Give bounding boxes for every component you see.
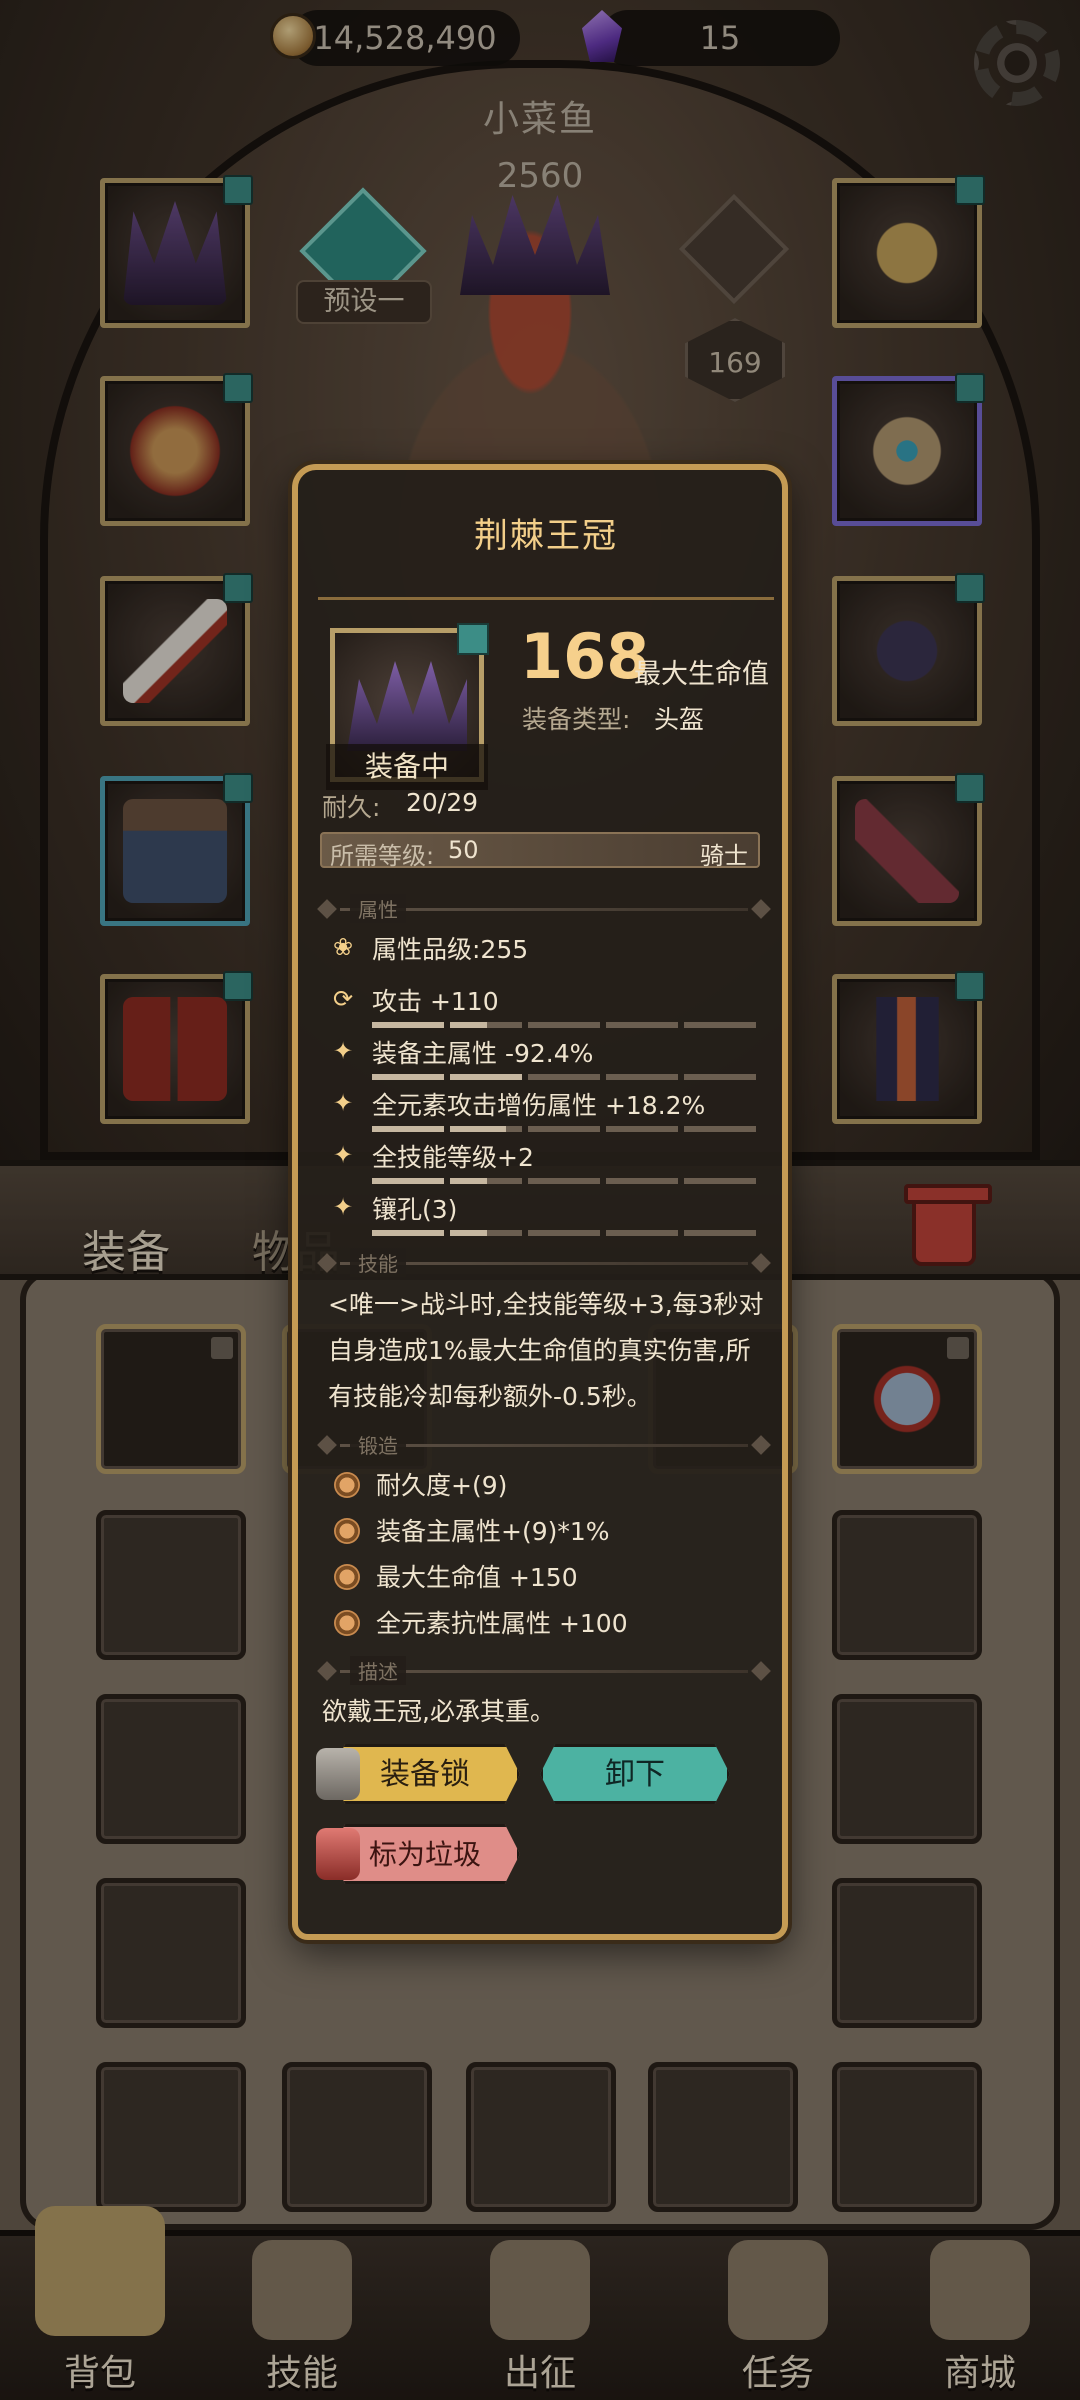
divider-diamond-icon bbox=[751, 1435, 771, 1455]
attribute-row: ✦ 镶孔(3) bbox=[328, 1190, 768, 1238]
required-level-key: 所需等级: bbox=[330, 842, 435, 870]
divider-diamond-icon bbox=[317, 1661, 337, 1681]
forge-row: 装备主属性+(9)*1% bbox=[334, 1512, 774, 1552]
main-stat-value: 168 bbox=[520, 620, 650, 693]
attribute-row: ✦ 全技能等级+2 bbox=[328, 1138, 768, 1186]
section-forge: 锻造 bbox=[317, 1430, 772, 1460]
attribute-row: ✦ 全元素攻击增伤属性 +18.2% bbox=[328, 1086, 768, 1134]
forge-text: 全元素抗性属性 +100 bbox=[376, 1609, 628, 1638]
attribute-roll-fill bbox=[372, 1178, 488, 1184]
forge-row: 最大生命值 +150 bbox=[334, 1558, 774, 1598]
attribute-roll-bar bbox=[372, 1126, 756, 1132]
attribute-row: ⟳ 攻击 +110 bbox=[328, 982, 768, 1030]
star-icon: ✦ bbox=[332, 1141, 354, 1169]
junk-lantern-icon bbox=[316, 1828, 360, 1880]
equipped-label: 装备中 bbox=[326, 744, 488, 790]
star-icon: ✦ bbox=[332, 1193, 354, 1221]
required-level-value: 50 bbox=[448, 836, 479, 864]
attribute-text: 属性品级:255 bbox=[372, 935, 529, 964]
button-label: 卸下 bbox=[605, 1757, 665, 1792]
attribute-text: 全元素攻击增伤属性 +18.2% bbox=[372, 1091, 706, 1120]
section-attributes: 属性 bbox=[317, 894, 772, 924]
forge-row: 耐久度+(9) bbox=[334, 1466, 774, 1506]
section-label: 描述 bbox=[350, 1656, 406, 1685]
upgrade-badge-icon bbox=[457, 623, 489, 655]
attribute-roll-bar bbox=[372, 1178, 756, 1184]
divider-diamond-icon bbox=[751, 1253, 771, 1273]
attribute-roll-bar bbox=[372, 1074, 756, 1080]
attribute-roll-fill bbox=[372, 1126, 507, 1132]
section-skill: 技能 bbox=[317, 1248, 772, 1278]
forge-text: 耐久度+(9) bbox=[376, 1471, 508, 1500]
divider-diamond-icon bbox=[751, 899, 771, 919]
forge-bullet-icon bbox=[334, 1472, 360, 1498]
section-description: 描述 bbox=[317, 1656, 772, 1686]
forge-text: 最大生命值 +150 bbox=[376, 1563, 578, 1592]
crown-icon bbox=[347, 661, 467, 751]
attribute-text: 全技能等级+2 bbox=[372, 1143, 534, 1172]
attribute-roll-bar bbox=[372, 1230, 756, 1236]
popup-header: 荆棘王冠 bbox=[318, 496, 774, 600]
attribute-roll-bar bbox=[372, 1022, 756, 1028]
attribute-roll-fill bbox=[372, 1074, 526, 1080]
unequip-button[interactable]: 卸下 bbox=[540, 1744, 730, 1804]
attribute-row: ✦ 装备主属性 -92.4% bbox=[328, 1034, 768, 1082]
forge-row: 全元素抗性属性 +100 bbox=[334, 1604, 774, 1644]
divider-diamond-icon bbox=[317, 1253, 337, 1273]
divider-diamond-icon bbox=[317, 899, 337, 919]
item-name: 荆棘王冠 bbox=[474, 516, 618, 556]
star-icon: ✦ bbox=[332, 1089, 354, 1117]
forge-text: 装备主属性+(9)*1% bbox=[376, 1517, 610, 1546]
padlock-icon bbox=[316, 1748, 360, 1800]
attribute-roll-fill bbox=[372, 1230, 488, 1236]
forge-bullet-icon bbox=[334, 1518, 360, 1544]
required-class: 骑士 bbox=[700, 842, 748, 870]
forge-bullet-icon bbox=[334, 1564, 360, 1590]
star-icon: ✦ bbox=[332, 1037, 354, 1065]
section-label: 属性 bbox=[350, 894, 406, 923]
button-label: 装备锁 bbox=[380, 1757, 470, 1792]
attribute-text: 装备主属性 -92.4% bbox=[372, 1039, 594, 1068]
attribute-roll-fill bbox=[372, 1022, 488, 1028]
forge-bullet-icon bbox=[334, 1610, 360, 1636]
skill-description: <唯一>战斗时,全技能等级+3,每3秒对自身造成1%最大生命值的真实伤害,所有技… bbox=[328, 1290, 764, 1411]
item-description: 欲戴王冠,必承其重。 bbox=[322, 1697, 555, 1726]
section-label: 锻造 bbox=[350, 1430, 406, 1459]
button-label: 标为垃圾 bbox=[368, 1838, 481, 1871]
item-type-value: 头盔 bbox=[654, 705, 705, 734]
divider-diamond-icon bbox=[751, 1661, 771, 1681]
attribute-text: 镶孔(3) bbox=[372, 1195, 458, 1224]
durability-value: 20/29 bbox=[406, 788, 479, 817]
attribute-text: 攻击 +110 bbox=[372, 987, 499, 1016]
item-detail-popup: 荆棘王冠 装备中 168 最大生命值 装备类型: 头盔 耐久: 20/29 所需… bbox=[292, 464, 788, 1940]
section-label: 技能 bbox=[350, 1248, 406, 1277]
refresh-icon: ⟳ bbox=[332, 985, 354, 1013]
durability-key: 耐久: bbox=[322, 793, 381, 822]
divider-diamond-icon bbox=[317, 1435, 337, 1455]
main-stat-label: 最大生命值 bbox=[634, 659, 769, 690]
lotus-icon: ❀ bbox=[332, 933, 354, 961]
attribute-row: ❀ 属性品级:255 bbox=[328, 930, 768, 978]
required-level-bar: 所需等级: 50 骑士 bbox=[320, 832, 760, 870]
item-type-key: 装备类型: bbox=[522, 705, 631, 734]
